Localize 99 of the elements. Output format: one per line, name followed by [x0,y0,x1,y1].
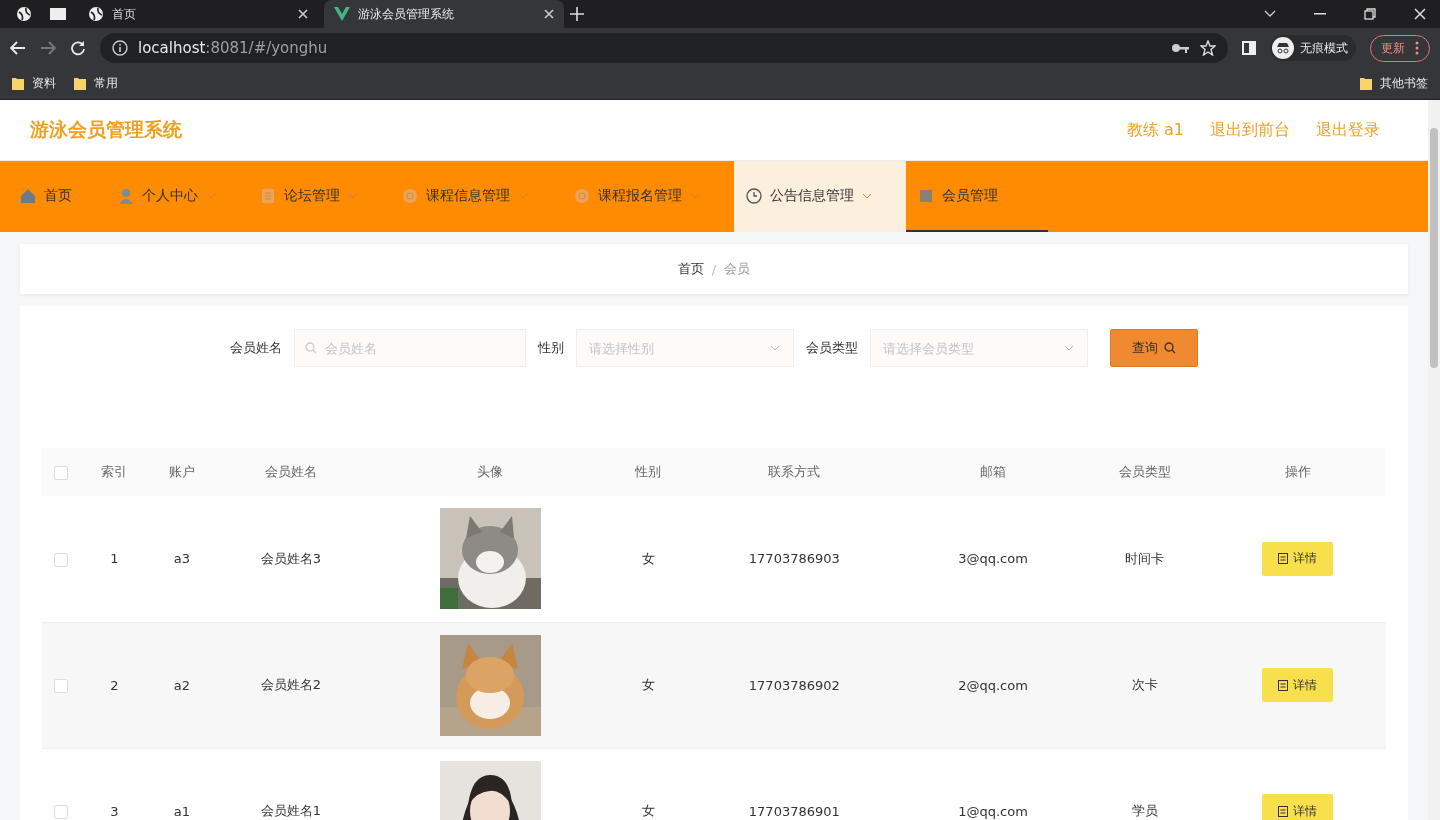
column-header: 账户 [168,464,195,479]
nav-item[interactable]: 个人中心 [106,161,248,232]
app-title: 游泳会员管理系统 [30,117,183,142]
table-cell: a1 [173,803,191,819]
back-icon[interactable] [10,41,26,55]
bookmark-item[interactable]: 常用 [74,75,118,92]
search-icon [305,342,317,354]
details-button[interactable]: 详情 [1262,668,1334,702]
column-header: 操作 [1284,464,1311,479]
details-button[interactable]: 详情 [1262,794,1334,820]
document-icon [1278,679,1289,691]
close-icon[interactable] [1414,8,1426,20]
incognito-icon [1272,37,1294,59]
column-header: 性别 [635,464,662,479]
globe-icon[interactable] [16,6,32,22]
details-button[interactable]: 详情 [1262,541,1334,576]
bookmark-item[interactable]: 其他书签 [1360,75,1428,92]
table-cell: 3 [110,803,119,819]
circle-icon [574,187,590,204]
table-cell: 3@qq.com [958,551,1028,567]
folder-icon [1360,77,1372,90]
info-icon [112,40,128,56]
breadcrumb-item[interactable]: 首页 [677,260,704,278]
table-cell: 1@qq.com [958,803,1028,819]
table-cell: 2@qq.com [958,677,1028,693]
forward-icon[interactable] [40,41,56,55]
table-cell: 时间卡 [1125,550,1165,566]
restore-icon[interactable] [1364,8,1376,20]
minimize-icon[interactable] [1314,13,1326,15]
nav-item[interactable]: 课程报名管理 [562,161,734,232]
document-icon [1278,553,1289,565]
nav-item[interactable]: 课程信息管理 [390,161,562,232]
search-icon [1164,342,1176,354]
select-field[interactable]: 请选择性别 [576,329,794,367]
table-cell: a2 [173,677,191,693]
new-tab-icon[interactable] [570,7,584,21]
key-icon[interactable] [1172,43,1190,53]
table-cell: 1 [110,551,119,567]
chevron-down-icon [770,345,780,351]
table-cell: 17703786903 [748,551,840,567]
scrollbar-thumb[interactable] [1430,128,1438,368]
table-cell: 次卡 [1131,677,1158,692]
side-panel-icon[interactable] [1242,41,1256,55]
select-all-checkbox[interactable] [54,465,69,480]
table-cell: 女 [641,677,655,692]
table-cell: 女 [641,550,655,566]
column-header: 会员类型 [1118,464,1171,479]
row-checkbox[interactable] [54,552,69,567]
user-icon [118,187,134,204]
field-label: 会员姓名 [230,339,282,357]
breadcrumb-item: 会员 [724,260,751,278]
folder-icon [74,77,86,90]
browser-tab[interactable]: 游泳会员管理系统 [324,0,564,28]
circle-icon [402,187,418,204]
row-checkbox[interactable] [54,678,69,693]
home-icon [20,187,36,204]
more-icon [1415,41,1419,55]
bookmark-item[interactable]: 资料 [12,75,56,92]
window-icon[interactable] [49,7,67,21]
table-cell: 会员姓名2 [260,677,321,692]
table-cell: 学员 [1131,803,1158,818]
table-cell: 2 [110,677,119,693]
close-icon[interactable] [544,9,554,19]
star-icon[interactable] [1200,40,1216,56]
document-icon [1278,805,1289,817]
column-header: 会员姓名 [264,464,317,479]
column-header: 索引 [101,464,128,479]
table-cell: 17703786901 [748,803,840,819]
chevron-down-icon[interactable] [1264,10,1276,18]
column-header: 邮箱 [980,464,1006,479]
nav-item[interactable]: 会员管理 [906,161,1048,232]
clock-icon [746,187,762,204]
nav-item[interactable]: 公告信息管理 [734,161,906,232]
field-label: 会员类型 [806,339,858,357]
nav-item[interactable]: 论坛管理 [248,161,390,232]
scrollbar[interactable] [1428,100,1440,820]
breadcrumb-separator: / [711,261,717,277]
box-icon [918,187,934,204]
column-header: 联系方式 [768,464,821,479]
row-checkbox[interactable] [54,804,69,819]
incognito-badge[interactable]: 无痕模式 [1270,35,1356,61]
globe-icon [88,6,104,22]
close-icon[interactable] [298,9,308,19]
chevron-down-icon [1064,345,1074,351]
field-label: 性别 [538,339,564,357]
table-cell: 女 [641,803,655,818]
address-field[interactable]: localhost:8081/#/yonghu [100,33,1228,63]
table-cell: 会员姓名3 [260,550,321,566]
table-cell: a3 [173,551,191,567]
reload-icon[interactable] [70,40,86,56]
search-button[interactable]: 查询 [1110,329,1198,367]
table-cell: 会员姓名1 [260,803,321,818]
browser-tab[interactable]: 首页 [78,0,318,28]
folder-icon [12,77,24,90]
table-cell: 17703786902 [748,677,840,693]
column-header: 头像 [477,464,504,479]
document-icon [260,187,276,204]
vue-logo-icon [334,7,350,21]
nav-item[interactable]: 首页 [8,161,106,232]
